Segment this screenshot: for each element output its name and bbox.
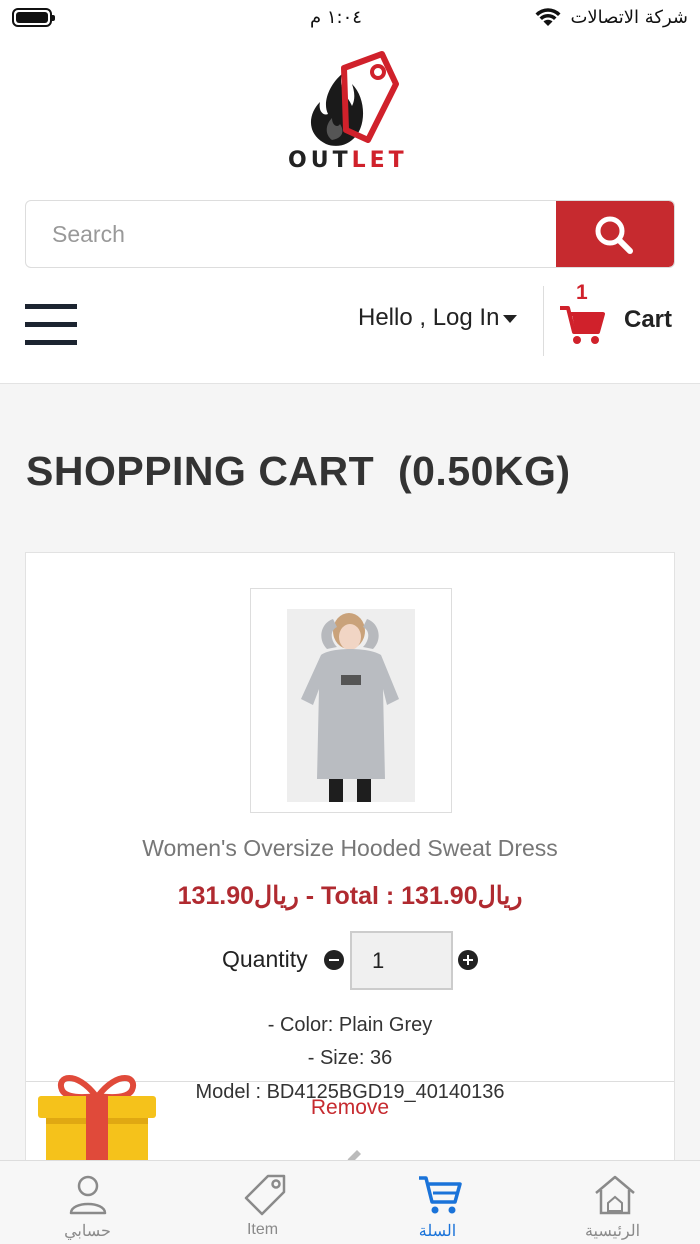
- tab-label: الرئيسية: [584, 1223, 641, 1240]
- wifi-icon: [535, 8, 561, 26]
- logo-text-dark: OUT: [288, 148, 352, 173]
- caret-down-icon: [503, 314, 518, 323]
- quantity-label: Quantity: [222, 946, 308, 972]
- hamburger-menu-button[interactable]: [25, 304, 77, 346]
- search-button[interactable]: [556, 201, 674, 267]
- product-color: - Color: Plain Grey: [267, 1014, 433, 1036]
- increase-quantity-button[interactable]: [458, 950, 478, 970]
- battery-icon: [12, 8, 55, 27]
- tab-item[interactable]: Item: [175, 1161, 350, 1244]
- tab-cart[interactable]: السلة: [350, 1161, 525, 1244]
- cart-link[interactable]: Cart: [624, 306, 672, 334]
- search-input[interactable]: [26, 201, 557, 267]
- product-thumbnail[interactable]: [250, 588, 452, 813]
- gift-icon[interactable]: [36, 1070, 158, 1166]
- quantity-input[interactable]: [350, 931, 453, 990]
- logo-wordmark: OUTLET: [288, 148, 408, 173]
- hamburger-icon-bar: [25, 304, 77, 309]
- cart-icon: [419, 1176, 462, 1214]
- product-image: [287, 609, 415, 802]
- tab-home[interactable]: الرئيسية: [525, 1161, 700, 1244]
- product-name-link[interactable]: Women's Oversize Hooded Sweat Dress: [26, 835, 674, 862]
- tab-account[interactable]: حسابي: [0, 1161, 175, 1244]
- search-bar: [25, 200, 675, 268]
- bottom-tab-bar: حسابي Item السلة الرئيسية: [0, 1160, 700, 1244]
- hamburger-icon-bar: [25, 340, 77, 345]
- tab-label: Item: [246, 1221, 279, 1238]
- status-time: ١:٠٤ م: [310, 7, 362, 28]
- carrier-name: شركة الاتصالات: [570, 7, 688, 28]
- cart-count-badge: 1: [576, 281, 588, 304]
- cart-icon[interactable]: [558, 302, 606, 346]
- login-label: Hello , Log In: [358, 304, 500, 331]
- user-icon: [69, 1175, 107, 1215]
- price-total: ريال131.90 - Total : ريال131.90: [177, 882, 523, 910]
- tab-label: السلة: [418, 1223, 457, 1240]
- search-icon: [595, 216, 633, 254]
- hamburger-icon-bar: [25, 322, 77, 327]
- page-title: SHOPPING CART (0.50KG): [26, 448, 571, 494]
- tab-label: حسابي: [64, 1223, 111, 1240]
- product-size: - Size: 36: [307, 1047, 393, 1069]
- tag-icon: [244, 1174, 286, 1216]
- status-bar: ١:٠٤ م شركة الاتصالات: [0, 0, 700, 36]
- home-icon: [595, 1175, 635, 1215]
- header-divider: [543, 286, 544, 356]
- app-header: OUTLET Hello , Log In 1 Cart: [0, 36, 700, 384]
- decrease-quantity-button[interactable]: [324, 950, 344, 970]
- login-dropdown[interactable]: Hello , Log In: [358, 304, 518, 332]
- logo-text-red: LET: [351, 148, 408, 173]
